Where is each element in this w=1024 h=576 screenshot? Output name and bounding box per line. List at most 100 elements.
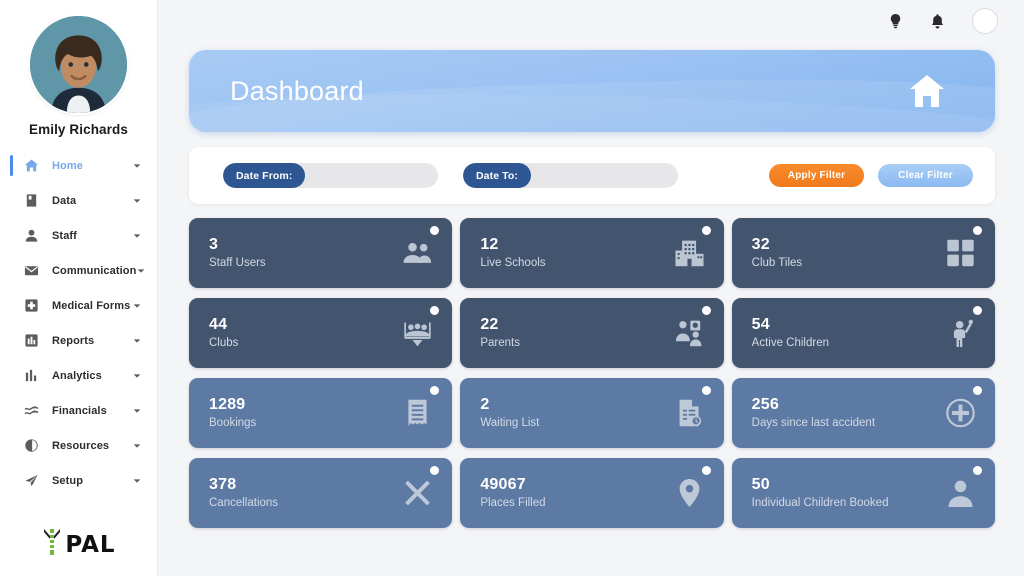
sidebar-item-label: Reports xyxy=(52,335,132,347)
card-value: 3 xyxy=(209,235,266,254)
card-label: Clubs xyxy=(209,335,238,352)
plus-circle-icon xyxy=(944,397,977,430)
medical-cross-icon xyxy=(23,298,39,314)
card-text: 44Clubs xyxy=(209,315,238,352)
pal-logo[interactable]: PAL xyxy=(0,527,157,562)
stat-card[interactable]: 44Clubs xyxy=(189,298,452,368)
card-status-dot xyxy=(430,466,439,475)
receipt-icon xyxy=(401,397,434,430)
sidebar-item-resources[interactable]: Resources xyxy=(0,428,157,463)
date-from-label: Date From: xyxy=(223,163,305,188)
sidebar-item-setup[interactable]: Setup xyxy=(0,463,157,498)
chevron-down-icon[interactable] xyxy=(136,266,146,276)
card-value: 1289 xyxy=(209,395,256,414)
stat-card[interactable]: 12Live Schools xyxy=(460,218,723,288)
stat-card[interactable]: 378Cancellations xyxy=(189,458,452,528)
sidebar-item-analytics[interactable]: Analytics xyxy=(0,358,157,393)
chevron-down-icon[interactable] xyxy=(132,301,144,311)
map-pin-icon xyxy=(673,477,706,510)
people-group-icon xyxy=(401,237,434,270)
card-value: 54 xyxy=(752,315,829,334)
grid-tiles-icon xyxy=(944,237,977,270)
single-person-icon xyxy=(944,477,977,510)
card-value: 22 xyxy=(480,315,520,334)
page-banner: Dashboard xyxy=(189,50,995,132)
topbar xyxy=(158,0,1024,42)
envelope-icon xyxy=(23,263,39,279)
date-to-input[interactable] xyxy=(531,163,678,188)
sidebar-item-reports[interactable]: Reports xyxy=(0,323,157,358)
date-to-label: Date To: xyxy=(463,163,531,188)
stat-card[interactable]: 32Club Tiles xyxy=(732,218,995,288)
clear-filter-button[interactable]: Clear Filter xyxy=(878,164,973,187)
home-icon xyxy=(23,158,39,174)
filter-actions: Apply Filter Clear Filter xyxy=(769,164,977,187)
date-to-field[interactable]: Date To: xyxy=(463,163,678,188)
sidebar-item-label: Financials xyxy=(52,405,132,417)
chevron-down-icon[interactable] xyxy=(132,196,144,206)
active-indicator xyxy=(10,155,13,176)
card-label: Live Schools xyxy=(480,255,545,272)
stat-card[interactable]: 1289Bookings xyxy=(189,378,452,448)
account-avatar-icon[interactable] xyxy=(972,8,998,34)
stat-card[interactable]: 3Staff Users xyxy=(189,218,452,288)
sidebar-item-label: Setup xyxy=(52,475,132,487)
sidebar-item-staff[interactable]: Staff xyxy=(0,218,157,253)
sidebar-item-communication[interactable]: Communication xyxy=(0,253,157,288)
card-value: 256 xyxy=(752,395,875,414)
card-text: 12Live Schools xyxy=(480,235,545,272)
card-value: 378 xyxy=(209,475,278,494)
avatar[interactable] xyxy=(30,16,127,113)
bell-icon[interactable] xyxy=(930,13,945,30)
date-from-input[interactable] xyxy=(305,163,438,188)
card-text: 50Individual Children Booked xyxy=(752,475,889,512)
chevron-down-icon[interactable] xyxy=(132,231,144,241)
stat-card[interactable]: 50Individual Children Booked xyxy=(732,458,995,528)
card-text: 378Cancellations xyxy=(209,475,278,512)
pie-chart-icon xyxy=(23,438,39,454)
card-label: Cancellations xyxy=(209,495,278,512)
sidebar-item-home[interactable]: Home xyxy=(0,148,157,183)
card-status-dot xyxy=(702,386,711,395)
card-status-dot xyxy=(430,226,439,235)
card-text: 3Staff Users xyxy=(209,235,266,272)
card-label: Individual Children Booked xyxy=(752,495,889,512)
sidebar-item-label: Data xyxy=(52,195,132,207)
chevron-down-icon[interactable] xyxy=(132,161,144,171)
card-value: 2 xyxy=(480,395,539,414)
stat-card-grid: 3Staff Users 12Live Schools 32Club Tiles 44… xyxy=(189,218,995,528)
bar-chart-box-icon xyxy=(23,333,39,349)
card-text: 2Waiting List xyxy=(480,395,539,432)
card-value: 50 xyxy=(752,475,889,494)
stat-card[interactable]: 22Parents xyxy=(460,298,723,368)
stat-card[interactable]: 256Days since last accident xyxy=(732,378,995,448)
stat-card[interactable]: 49067Places Filled xyxy=(460,458,723,528)
date-from-field[interactable]: Date From: xyxy=(223,163,438,188)
sidebar-item-medical-forms[interactable]: Medical Forms xyxy=(0,288,157,323)
chevron-down-icon[interactable] xyxy=(132,371,144,381)
document-clock-icon xyxy=(673,397,706,430)
card-text: 32Club Tiles xyxy=(752,235,803,272)
stat-card[interactable]: 54Active Children xyxy=(732,298,995,368)
child-waving-icon xyxy=(944,317,977,350)
lightbulb-icon[interactable] xyxy=(888,13,903,30)
card-label: Days since last accident xyxy=(752,415,875,432)
pal-figure-logo xyxy=(41,527,63,562)
sidebar-item-label: Medical Forms xyxy=(52,300,132,312)
chevron-down-icon[interactable] xyxy=(132,441,144,451)
card-status-dot xyxy=(430,386,439,395)
parents-icon xyxy=(673,317,706,350)
apply-filter-button[interactable]: Apply Filter xyxy=(769,164,864,187)
person-icon xyxy=(23,228,39,244)
user-name: Emily Richards xyxy=(0,122,157,137)
card-status-dot xyxy=(430,306,439,315)
sidebar-item-data[interactable]: Data xyxy=(0,183,157,218)
sidebar-item-financials[interactable]: Financials xyxy=(0,393,157,428)
sidebar-item-label: Staff xyxy=(52,230,132,242)
club-group-icon xyxy=(401,317,434,350)
card-text: 1289Bookings xyxy=(209,395,256,432)
chevron-down-icon[interactable] xyxy=(132,336,144,346)
chevron-down-icon[interactable] xyxy=(132,406,144,416)
stat-card[interactable]: 2Waiting List xyxy=(460,378,723,448)
chevron-down-icon[interactable] xyxy=(132,476,144,486)
